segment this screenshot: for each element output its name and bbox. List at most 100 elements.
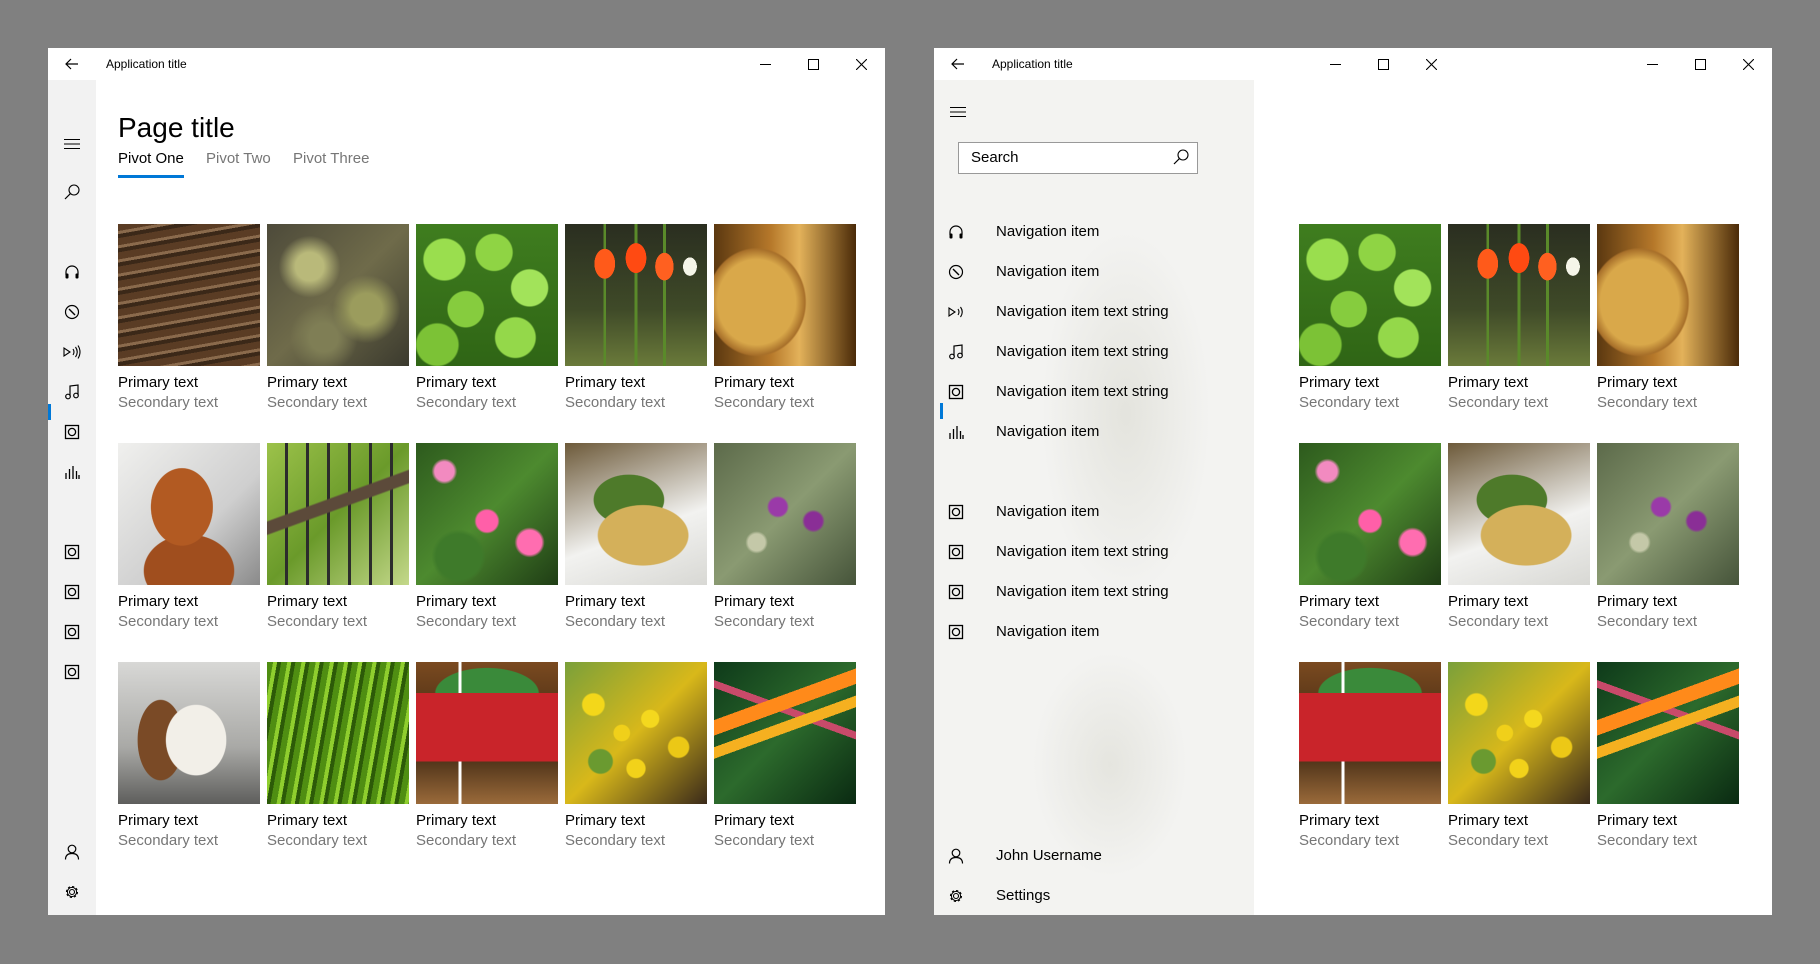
account-nav-item[interactable]: John Username	[934, 836, 1254, 876]
equalizer-icon	[65, 466, 80, 479]
rail-item-compass[interactable]	[48, 292, 96, 332]
close-button[interactable]	[837, 48, 885, 80]
tile-secondary-text: Secondary text	[118, 613, 219, 630]
photo-tile[interactable]: Primary text Secondary text	[1597, 662, 1739, 849]
photo-tile[interactable]: Primary text Secondary text	[1597, 443, 1739, 630]
red-barn-birdhouse-image	[416, 662, 558, 804]
back-arrow-icon	[951, 58, 964, 70]
rail-item-speaker[interactable]	[48, 412, 96, 452]
nav-item[interactable]: Navigation item	[934, 492, 1254, 532]
rail-item-speaker-3[interactable]	[48, 572, 96, 612]
photo-tile[interactable]: Primary text Secondary text	[267, 662, 409, 849]
maximize-button[interactable]	[789, 48, 837, 80]
tile-secondary-text: Secondary text	[565, 613, 666, 630]
iron-railing-image	[267, 443, 409, 585]
settings-button[interactable]	[48, 872, 96, 912]
search-input[interactable]	[971, 149, 1161, 166]
hamburger-button[interactable]	[48, 124, 96, 164]
headphones-icon	[949, 225, 963, 239]
back-button[interactable]	[934, 48, 982, 80]
hamburger-button[interactable]	[934, 92, 982, 132]
hamburger-icon	[64, 138, 80, 150]
minimize-icon	[1329, 63, 1341, 65]
photo-tile[interactable]: Primary text Secondary text	[714, 662, 856, 849]
nav-item[interactable]: Navigation item	[934, 612, 1254, 652]
photo-tile[interactable]: Primary text Secondary text	[565, 662, 707, 849]
pivot-three-tab[interactable]: Pivot Three	[293, 150, 369, 167]
photo-tile[interactable]: Primary text Secondary text	[1299, 662, 1441, 849]
photo-tile[interactable]: Primary text Secondary text	[1299, 224, 1441, 411]
rail-item-music[interactable]	[48, 372, 96, 412]
nav-item[interactable]: Navigation item text string	[934, 292, 1254, 332]
pivot-two-tab[interactable]: Pivot Two	[206, 150, 271, 167]
photo-tile[interactable]: Primary text Secondary text	[1448, 224, 1590, 411]
rail-item-broadcast[interactable]	[48, 332, 96, 372]
maximize-icon	[1694, 58, 1706, 70]
photo-tile[interactable]: Primary text Secondary text	[714, 443, 856, 630]
search-icon[interactable]	[1173, 149, 1189, 165]
photo-tile[interactable]: Primary text Secondary text	[1448, 662, 1590, 849]
minimize-icon	[759, 63, 771, 65]
nav-item[interactable]: Navigation item text string	[934, 332, 1254, 372]
search-box[interactable]	[958, 142, 1198, 174]
nav-item[interactable]: Navigation item	[934, 412, 1254, 452]
right-app-window: Primary text Secondary text Primary text Se…	[934, 48, 1772, 915]
tile-primary-text: Primary text	[1299, 374, 1380, 391]
photo-tile[interactable]: Primary text Secondary text	[118, 224, 260, 411]
minimize-button[interactable]	[741, 48, 789, 80]
photo-tile[interactable]: Primary text Secondary text	[565, 224, 707, 411]
photo-tile[interactable]: Primary text Secondary text	[1299, 443, 1441, 630]
photo-tile[interactable]: Primary text Secondary text	[118, 662, 260, 849]
nav-item[interactable]: Navigation item text string	[934, 572, 1254, 612]
rail-item-equalizer[interactable]	[48, 452, 96, 492]
maximize-button[interactable]	[1676, 48, 1724, 80]
account-button[interactable]	[48, 832, 96, 872]
nav-item[interactable]: Navigation item	[934, 252, 1254, 292]
pink-azaleas-image	[1299, 443, 1441, 585]
user-name: John Username	[996, 847, 1102, 864]
photo-tile[interactable]: Primary text Secondary text	[565, 443, 707, 630]
maximize-button[interactable]	[1359, 48, 1407, 80]
tile-primary-text: Primary text	[565, 374, 646, 391]
nav-item-label: Navigation item	[996, 503, 1100, 520]
wine-barrels-image	[714, 224, 856, 366]
tile-secondary-text: Secondary text	[416, 832, 517, 849]
photo-tile[interactable]: Primary text Secondary text	[267, 224, 409, 411]
close-button[interactable]	[1724, 48, 1772, 80]
nav-item-label: Navigation item	[996, 623, 1100, 640]
minimize-button[interactable]	[1628, 48, 1676, 80]
photo-tile[interactable]: Primary text Secondary text	[416, 662, 558, 849]
nav-item[interactable]: Navigation item text string	[934, 372, 1254, 412]
close-button[interactable]	[1407, 48, 1455, 80]
tile-primary-text: Primary text	[118, 593, 199, 610]
pivot-one-tab[interactable]: Pivot One	[118, 150, 184, 167]
photo-tile[interactable]: Primary text Secondary text	[416, 443, 558, 630]
headphones-icon	[65, 265, 79, 279]
maximize-icon	[1377, 58, 1389, 70]
tile-secondary-text: Secondary text	[1448, 394, 1549, 411]
minimize-button[interactable]	[1311, 48, 1359, 80]
photo-tile[interactable]: Primary text Secondary text	[714, 224, 856, 411]
tile-primary-text: Primary text	[267, 812, 348, 829]
thistle-flowers-image	[714, 443, 856, 585]
photo-tile[interactable]: Primary text Secondary text	[416, 224, 558, 411]
back-button[interactable]	[48, 48, 96, 80]
rail-item-speaker-4[interactable]	[48, 612, 96, 652]
minimize-icon	[1646, 63, 1658, 65]
bird-of-paradise-image	[1597, 662, 1739, 804]
rail-item-speaker-2[interactable]	[48, 532, 96, 572]
settings-nav-item[interactable]: Settings	[934, 876, 1254, 915]
rail-item-headphones[interactable]	[48, 252, 96, 292]
rail-item-speaker-5[interactable]	[48, 652, 96, 692]
photo-tile[interactable]: Primary text Secondary text	[118, 443, 260, 630]
photo-tile[interactable]: Primary text Secondary text	[1597, 224, 1739, 411]
nav-item[interactable]: Navigation item	[934, 212, 1254, 252]
tile-primary-text: Primary text	[565, 812, 646, 829]
speaker-icon	[64, 624, 80, 640]
nav-item[interactable]: Navigation item text string	[934, 532, 1254, 572]
search-button[interactable]	[48, 172, 96, 212]
photo-tile[interactable]: Primary text Secondary text	[267, 443, 409, 630]
compass-icon	[948, 264, 964, 280]
tile-secondary-text: Secondary text	[416, 394, 517, 411]
photo-tile[interactable]: Primary text Secondary text	[1448, 443, 1590, 630]
